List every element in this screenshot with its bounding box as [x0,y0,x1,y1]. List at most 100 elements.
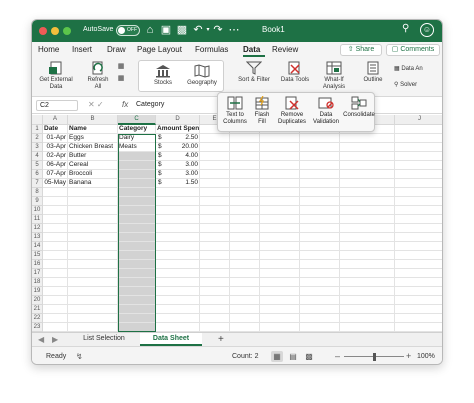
cell-d12[interactable] [156,224,200,233]
row-header[interactable]: 19 [32,287,43,296]
cell-b16[interactable] [68,260,118,269]
cell-e5[interactable] [200,161,230,170]
tab-data[interactable]: Data [243,45,260,54]
cell-e3[interactable] [200,143,230,152]
cell-e2[interactable] [200,134,230,143]
row-header[interactable]: 9 [32,197,43,206]
cell-j14[interactable] [395,242,442,251]
cell-d2[interactable]: $2.50 [156,134,200,143]
cell-a13[interactable] [43,233,68,242]
cell-c23[interactable] [118,323,156,332]
stocks-button[interactable]: Stocks [145,64,181,87]
cell-c20[interactable] [118,296,156,305]
cell-g7[interactable] [260,179,300,188]
cell-f6[interactable] [230,170,260,179]
tab-page-layout[interactable]: Page Layout [137,45,182,54]
cell-e22[interactable] [200,314,230,323]
cell-h22[interactable] [300,314,340,323]
cell-f4[interactable] [230,152,260,161]
flash-fill-button[interactable]: Flash Fill [251,96,273,126]
save-icon[interactable]: ▣ [160,23,172,37]
cell-h2[interactable] [300,134,340,143]
data-tools-button[interactable]: Data Tools [280,61,310,84]
row-header[interactable]: 3 [32,143,43,152]
cell-f21[interactable] [230,305,260,314]
cell-b15[interactable] [68,251,118,260]
cell-d23[interactable] [156,323,200,332]
cell-b7[interactable]: Banana [68,179,118,188]
cell-g12[interactable] [260,224,300,233]
cell-d15[interactable] [156,251,200,260]
cell-i7[interactable] [340,179,395,188]
cell-b9[interactable] [68,197,118,206]
row-header[interactable]: 7 [32,179,43,188]
outline-button[interactable]: Outline [358,61,388,84]
cell-d20[interactable] [156,296,200,305]
row-header[interactable]: 14 [32,242,43,251]
cell-h13[interactable] [300,233,340,242]
cell-f19[interactable] [230,287,260,296]
cell-b23[interactable] [68,323,118,332]
cell-b10[interactable] [68,206,118,215]
what-if-analysis-button[interactable]: What-If Analysis [316,61,352,91]
cell-c16[interactable] [118,260,156,269]
cell-h20[interactable] [300,296,340,305]
cell-i12[interactable] [340,224,395,233]
cell-i22[interactable] [340,314,395,323]
cell-g5[interactable] [260,161,300,170]
row-header[interactable]: 2 [32,134,43,143]
cell-c8[interactable] [118,188,156,197]
page-layout-view-icon[interactable]: ▤ [287,351,299,362]
cell-i15[interactable] [340,251,395,260]
cell-j13[interactable] [395,233,442,242]
cell-e19[interactable] [200,287,230,296]
refresh-all-button[interactable]: Refresh All [84,61,112,91]
cell-i10[interactable] [340,206,395,215]
cell-i8[interactable] [340,188,395,197]
cell-b4[interactable]: Butter [68,152,118,161]
cell-c5[interactable] [118,161,156,170]
cell-j16[interactable] [395,260,442,269]
cell-f12[interactable] [230,224,260,233]
cell-d6[interactable]: $3.00 [156,170,200,179]
normal-view-icon[interactable]: ▦ [271,351,283,362]
smile-icon[interactable]: ☺ [420,23,434,37]
cell-c21[interactable] [118,305,156,314]
cell-e11[interactable] [200,215,230,224]
cell-h9[interactable] [300,197,340,206]
cell-h23[interactable] [300,323,340,332]
cell-j18[interactable] [395,278,442,287]
cell-a9[interactable] [43,197,68,206]
cell-g9[interactable] [260,197,300,206]
sheet-tab-list-selection[interactable]: List Selection [72,333,136,346]
cell-c6[interactable] [118,170,156,179]
print-icon[interactable]: ▩ [176,23,188,37]
cell-f16[interactable] [230,260,260,269]
cell-a10[interactable] [43,206,68,215]
data-validation-button[interactable]: Data Validation [311,96,341,126]
cell-j2[interactable] [395,134,442,143]
cell-j20[interactable] [395,296,442,305]
cell-a20[interactable] [43,296,68,305]
share-button[interactable]: ⇧ Share [340,44,382,56]
cell-b20[interactable] [68,296,118,305]
cell-c17[interactable] [118,269,156,278]
cell-h18[interactable] [300,278,340,287]
cell-a7[interactable]: 05-May [43,179,68,188]
cell-i14[interactable] [340,242,395,251]
row-header[interactable]: 22 [32,314,43,323]
zoom-slider-thumb[interactable] [372,353,376,361]
cell-j11[interactable] [395,215,442,224]
text-to-columns-button[interactable]: Text to Columns [221,96,249,126]
row-header[interactable]: 17 [32,269,43,278]
row-header[interactable]: 11 [32,215,43,224]
cell-c19[interactable] [118,287,156,296]
zoom-in-button[interactable]: + [406,351,411,361]
row-header[interactable]: 5 [32,161,43,170]
cell-f3[interactable] [230,143,260,152]
cell-h4[interactable] [300,152,340,161]
cell-j3[interactable] [395,143,442,152]
cell-g21[interactable] [260,305,300,314]
column-header-b[interactable]: B [68,115,118,125]
column-header-c[interactable]: C [118,115,156,125]
